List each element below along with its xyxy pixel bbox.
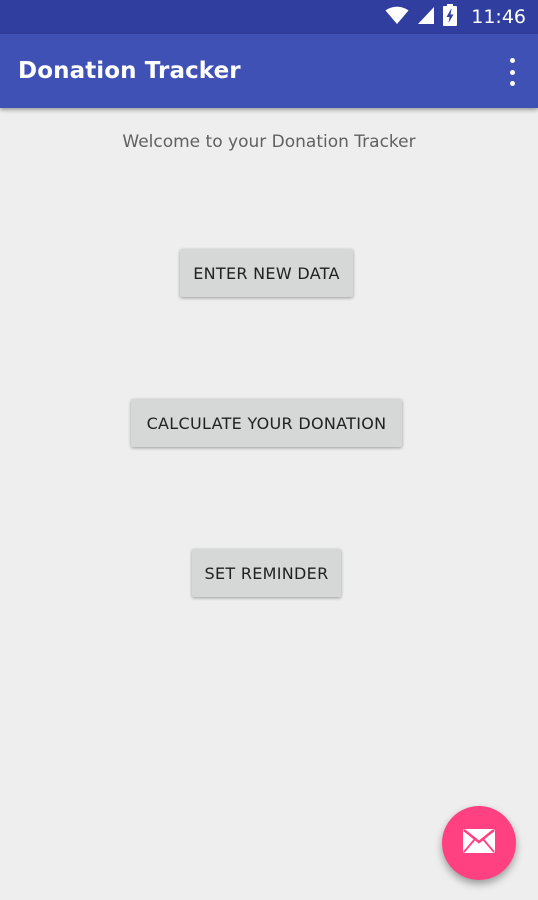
cell-signal-icon — [417, 5, 435, 29]
welcome-text: Welcome to your Donation Tracker — [122, 132, 416, 152]
overflow-dot — [509, 58, 515, 63]
email-icon — [462, 828, 496, 858]
status-bar: 11:46 — [0, 0, 538, 34]
overflow-menu-icon[interactable] — [504, 58, 520, 86]
overflow-dot — [509, 81, 515, 86]
enter-new-data-button[interactable]: ENTER NEW DATA — [180, 249, 353, 297]
device-screen: 11:46 Donation Tracker Welcome to your D… — [0, 0, 538, 900]
set-reminder-button[interactable]: SET REMINDER — [192, 549, 341, 597]
calculate-donation-button[interactable]: CALCULATE YOUR DONATION — [131, 399, 402, 447]
status-time: 11:46 — [471, 6, 526, 28]
wifi-icon — [385, 5, 409, 29]
overflow-dot — [509, 69, 515, 75]
battery-charging-icon — [443, 4, 458, 30]
app-title: Donation Tracker — [18, 58, 241, 84]
status-icons: 11:46 — [385, 4, 526, 30]
email-fab-button[interactable] — [442, 806, 516, 880]
app-bar: Donation Tracker — [0, 34, 538, 108]
